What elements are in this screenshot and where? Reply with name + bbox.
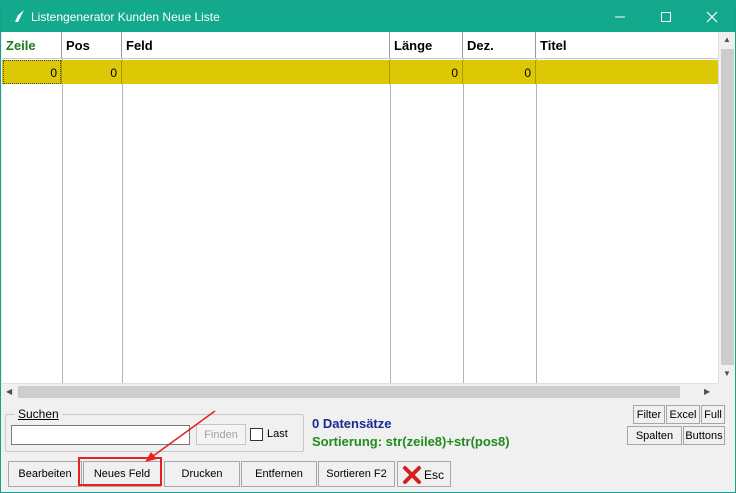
sort-info: Sortierung: str(zeile8)+str(pos8) <box>312 434 510 449</box>
list-grid[interactable]: Zeile Pos Feld Länge Dez. Titel 0 0 0 0 … <box>2 32 735 399</box>
search-input[interactable] <box>11 425 190 445</box>
filter-button[interactable]: Filter <box>633 405 665 424</box>
find-button[interactable]: Finden <box>196 424 246 445</box>
col-header-pos[interactable]: Pos <box>62 32 122 58</box>
vertical-scrollbar[interactable]: ▲ ▼ <box>718 32 735 383</box>
red-x-icon <box>403 466 421 484</box>
sortieren-button[interactable]: Sortieren F2 <box>318 461 395 487</box>
column-divider <box>390 59 391 383</box>
annotation-highlight-box <box>78 457 162 486</box>
full-button[interactable]: Full <box>701 405 725 424</box>
horizontal-scroll-thumb[interactable] <box>18 386 680 398</box>
app-logo-icon <box>10 10 24 22</box>
last-checkbox-label: Last <box>267 428 288 440</box>
col-header-zeile[interactable]: Zeile <box>2 32 62 58</box>
search-label-text: Suchen <box>18 407 59 421</box>
bearbeiten-button[interactable]: Bearbeiten <box>8 461 82 487</box>
cell-zeile[interactable]: 0 <box>2 60 62 84</box>
column-divider <box>463 59 464 383</box>
cell-feld[interactable] <box>122 60 390 84</box>
record-count: 0 Datensätze <box>312 416 392 431</box>
col-header-dez[interactable]: Dez. <box>463 32 536 58</box>
esc-button[interactable]: Esc <box>397 461 451 487</box>
minimize-button[interactable] <box>597 1 643 32</box>
column-divider <box>536 59 537 383</box>
col-header-titel[interactable]: Titel <box>536 32 718 58</box>
vertical-scroll-thumb[interactable] <box>721 49 734 365</box>
app-window: Listengenerator Kunden Neue Liste Zeile … <box>0 0 736 493</box>
cell-pos[interactable]: 0 <box>62 60 122 84</box>
maximize-button[interactable] <box>643 1 689 32</box>
scrollbar-corner <box>718 383 735 399</box>
scroll-up-icon[interactable]: ▲ <box>723 35 731 44</box>
title-bar[interactable]: Listengenerator Kunden Neue Liste <box>1 1 735 32</box>
cell-titel[interactable] <box>536 60 718 84</box>
drucken-button[interactable]: Drucken <box>164 461 240 487</box>
close-button[interactable] <box>689 1 735 32</box>
grid-header: Zeile Pos Feld Länge Dez. Titel <box>2 32 718 59</box>
cell-dez[interactable]: 0 <box>463 60 536 84</box>
scroll-left-icon[interactable]: ◀ <box>6 387 12 396</box>
search-label: Suchen <box>15 407 62 421</box>
horizontal-scrollbar[interactable]: ◀ ▶ <box>2 383 718 399</box>
scroll-down-icon[interactable]: ▼ <box>723 369 731 378</box>
col-header-laenge[interactable]: Länge <box>390 32 463 58</box>
scroll-right-icon[interactable]: ▶ <box>704 387 710 396</box>
col-header-feld[interactable]: Feld <box>122 32 390 58</box>
spalten-button[interactable]: Spalten <box>627 426 682 445</box>
window-title: Listengenerator Kunden Neue Liste <box>31 10 220 24</box>
entfernen-button[interactable]: Entfernen <box>241 461 317 487</box>
buttons-button[interactable]: Buttons <box>683 426 725 445</box>
maximize-icon <box>661 12 671 22</box>
esc-button-label: Esc <box>424 468 445 482</box>
column-divider <box>62 59 63 383</box>
last-checkbox[interactable] <box>250 428 263 441</box>
close-icon <box>706 11 718 23</box>
cell-laenge[interactable]: 0 <box>390 60 463 84</box>
minimize-icon <box>615 16 625 18</box>
column-divider <box>122 59 123 383</box>
excel-button[interactable]: Excel <box>666 405 700 424</box>
table-row[interactable]: 0 0 0 0 <box>2 60 718 84</box>
